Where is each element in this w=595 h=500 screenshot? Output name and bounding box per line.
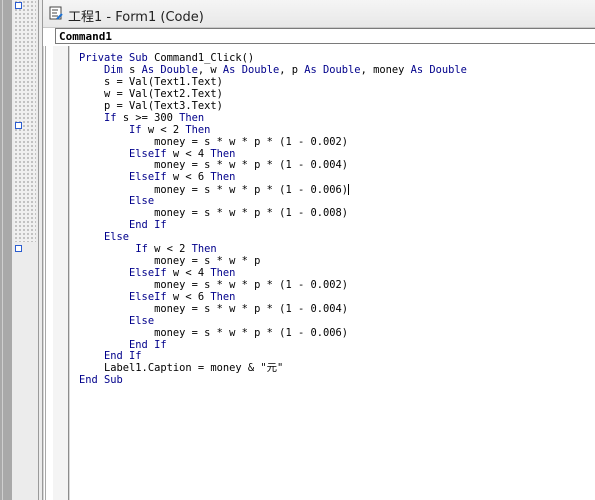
code-keyword: If (104, 111, 123, 124)
code-keyword: Private Sub (79, 52, 155, 64)
code-keyword: Then (210, 266, 236, 279)
code-token: money = s * w * p * (1 - 0.006) (79, 326, 348, 339)
code-token: Command1_Click() (154, 52, 255, 64)
code-token: s >= 300 (122, 111, 180, 124)
code-keyword: As Double (410, 63, 467, 76)
code-keyword: End Sub (79, 374, 123, 387)
code-keyword: Then (179, 111, 205, 124)
code-keyword: End If (129, 338, 167, 351)
code-token: , p (279, 63, 305, 76)
code-keyword: Then (191, 243, 217, 255)
code-keyword: If (129, 123, 148, 136)
code-keyword: ElseIf (129, 171, 173, 184)
code-window: 工程1 - Form1 (Code) Command1 Private Sub … (42, 0, 595, 500)
code-keyword: End If (104, 350, 142, 363)
code-token: money = s * w * p (79, 254, 261, 267)
object-dropdown[interactable]: Command1 (55, 28, 595, 44)
code-keyword: Then (210, 290, 236, 303)
code-token: , money (360, 63, 411, 76)
designer-edge (38, 0, 39, 500)
code-keyword: As Double (141, 63, 198, 76)
code-keyword: ElseIf (129, 266, 173, 279)
code-keyword: Then (210, 171, 236, 184)
strip-divider (2, 0, 3, 500)
code-keyword: As Double (222, 63, 280, 76)
code-keyword: As Double (304, 63, 361, 76)
code-token: p = Val(Text3.Text) (79, 99, 223, 112)
code-token: s (129, 63, 142, 76)
form-grid (14, 0, 36, 242)
code-window-icon (49, 6, 63, 20)
margin-separator (68, 46, 69, 500)
code-token: Label1.Caption = money & "元" (79, 362, 284, 375)
window-title: 工程1 - Form1 (Code) (68, 10, 204, 25)
code-token: money = s * w * p * (1 - 0.004) (79, 302, 348, 315)
code-keyword: Then (185, 123, 211, 136)
code-text[interactable]: Private Sub Command1_Click() Dim s As Do… (79, 52, 467, 387)
code-keyword: Else (104, 231, 130, 244)
code-keyword: End If (129, 219, 167, 232)
code-keyword: ElseIf (129, 290, 173, 303)
code-keyword: Then (210, 147, 236, 160)
code-window-titlebar[interactable]: 工程1 - Form1 (Code) (43, 0, 595, 28)
editor-left-border (43, 46, 44, 500)
code-keyword: Else (129, 195, 155, 208)
code-token: , w (197, 63, 223, 76)
code-token: w < 4 (172, 147, 211, 160)
code-token: money = s * w * p * (1 - 0.008) (79, 207, 348, 220)
code-line[interactable]: End If (79, 219, 467, 232)
resize-handle-top[interactable] (15, 2, 22, 9)
code-keyword: If (135, 243, 155, 255)
code-token: w < 2 (154, 243, 192, 255)
code-token: money = s * w * p * (1 - 0.002) (79, 135, 348, 148)
text-caret (348, 184, 349, 196)
code-editor[interactable]: Private Sub Command1_Click() Dim s As Do… (43, 46, 595, 500)
code-line[interactable]: Label1.Caption = money & "元" (79, 362, 467, 375)
code-keyword: Dim (104, 63, 130, 76)
code-token: w < 6 (172, 171, 211, 184)
code-keyword: Else (129, 314, 155, 327)
object-dropdown-value: Command1 (59, 30, 112, 43)
code-token: w < 6 (172, 290, 211, 303)
code-token: w < 4 (172, 266, 211, 279)
code-token: w = Val(Text2.Text) (79, 87, 223, 100)
code-token: w < 2 (147, 123, 186, 136)
code-line[interactable]: End Sub (79, 374, 467, 387)
editor-left-border-inner (45, 46, 46, 500)
resize-handle-bottom[interactable] (15, 245, 22, 252)
code-token: s = Val(Text1.Text) (79, 75, 223, 88)
form-designer-background (12, 0, 42, 500)
resize-handle-middle[interactable] (15, 122, 22, 129)
code-token: money = s * w * p * (1 - 0.004) (79, 159, 348, 172)
code-line[interactable]: ElseIf w < 6 Then (79, 171, 467, 184)
code-token: money = s * w * p * (1 - 0.002) (79, 278, 348, 291)
code-keyword: ElseIf (129, 147, 173, 160)
